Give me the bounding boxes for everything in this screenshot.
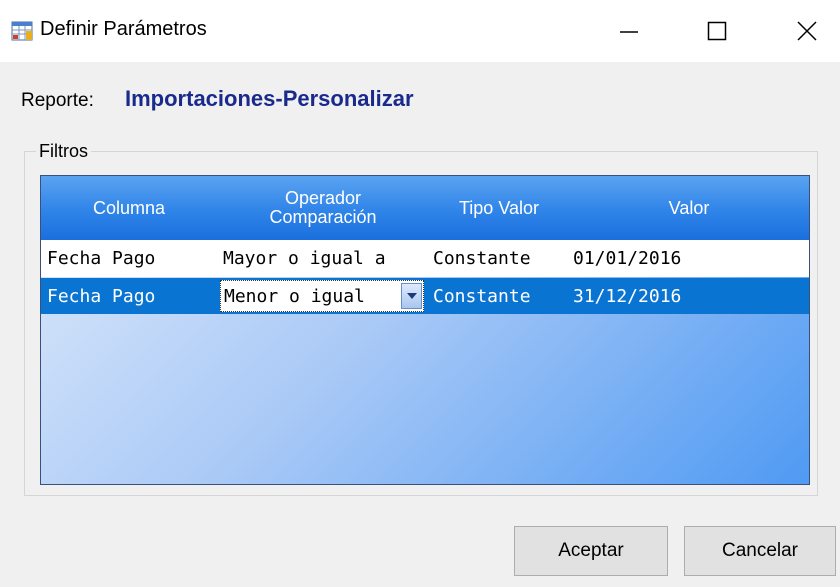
filtros-grid[interactable]: Columna Operador Comparación Tipo Valor … bbox=[40, 175, 810, 485]
close-icon bbox=[797, 21, 817, 41]
header-operador[interactable]: Operador Comparación bbox=[217, 176, 429, 240]
filtros-legend: Filtros bbox=[36, 141, 91, 162]
app-grid-icon bbox=[11, 20, 33, 42]
cell-operador[interactable]: Mayor o igual a bbox=[223, 240, 386, 277]
maximize-button[interactable] bbox=[686, 0, 748, 62]
grid-header: Columna Operador Comparación Tipo Valor … bbox=[41, 176, 809, 240]
cell-tipo-valor[interactable]: Constante bbox=[433, 278, 531, 314]
title-bar: Definir Parámetros bbox=[0, 0, 840, 62]
table-row-selected[interactable]: Fecha Pago Menor o igual Constante 31/12… bbox=[41, 278, 809, 314]
cell-valor[interactable]: 01/01/2016 bbox=[573, 240, 681, 277]
maximize-icon bbox=[707, 21, 727, 41]
aceptar-button[interactable]: Aceptar bbox=[514, 526, 668, 576]
reporte-label: Reporte: bbox=[21, 90, 94, 111]
operador-combobox-value: Menor o igual bbox=[224, 285, 365, 307]
header-operador-line2: Comparación bbox=[269, 207, 377, 227]
minimize-button[interactable] bbox=[598, 0, 660, 62]
header-operador-line1: Operador bbox=[284, 188, 362, 208]
cell-columna[interactable]: Fecha Pago bbox=[47, 278, 155, 314]
cell-tipo-valor[interactable]: Constante bbox=[433, 240, 531, 277]
table-row[interactable]: Fecha Pago Mayor o igual a Constante 01/… bbox=[41, 240, 809, 277]
cell-valor[interactable]: 31/12/2016 bbox=[573, 278, 681, 314]
operador-combobox[interactable]: Menor o igual bbox=[220, 280, 424, 312]
dropdown-arrow-icon[interactable] bbox=[401, 283, 422, 309]
header-columna[interactable]: Columna bbox=[41, 176, 217, 240]
reporte-value: Importaciones-Personalizar bbox=[125, 86, 414, 111]
cancelar-button[interactable]: Cancelar bbox=[684, 526, 836, 576]
minimize-icon bbox=[619, 21, 639, 41]
header-tipo-valor[interactable]: Tipo Valor bbox=[429, 176, 569, 240]
window-title: Definir Parámetros bbox=[40, 18, 207, 40]
header-valor[interactable]: Valor bbox=[569, 176, 809, 240]
close-button[interactable] bbox=[776, 0, 838, 62]
cell-columna[interactable]: Fecha Pago bbox=[47, 240, 155, 277]
